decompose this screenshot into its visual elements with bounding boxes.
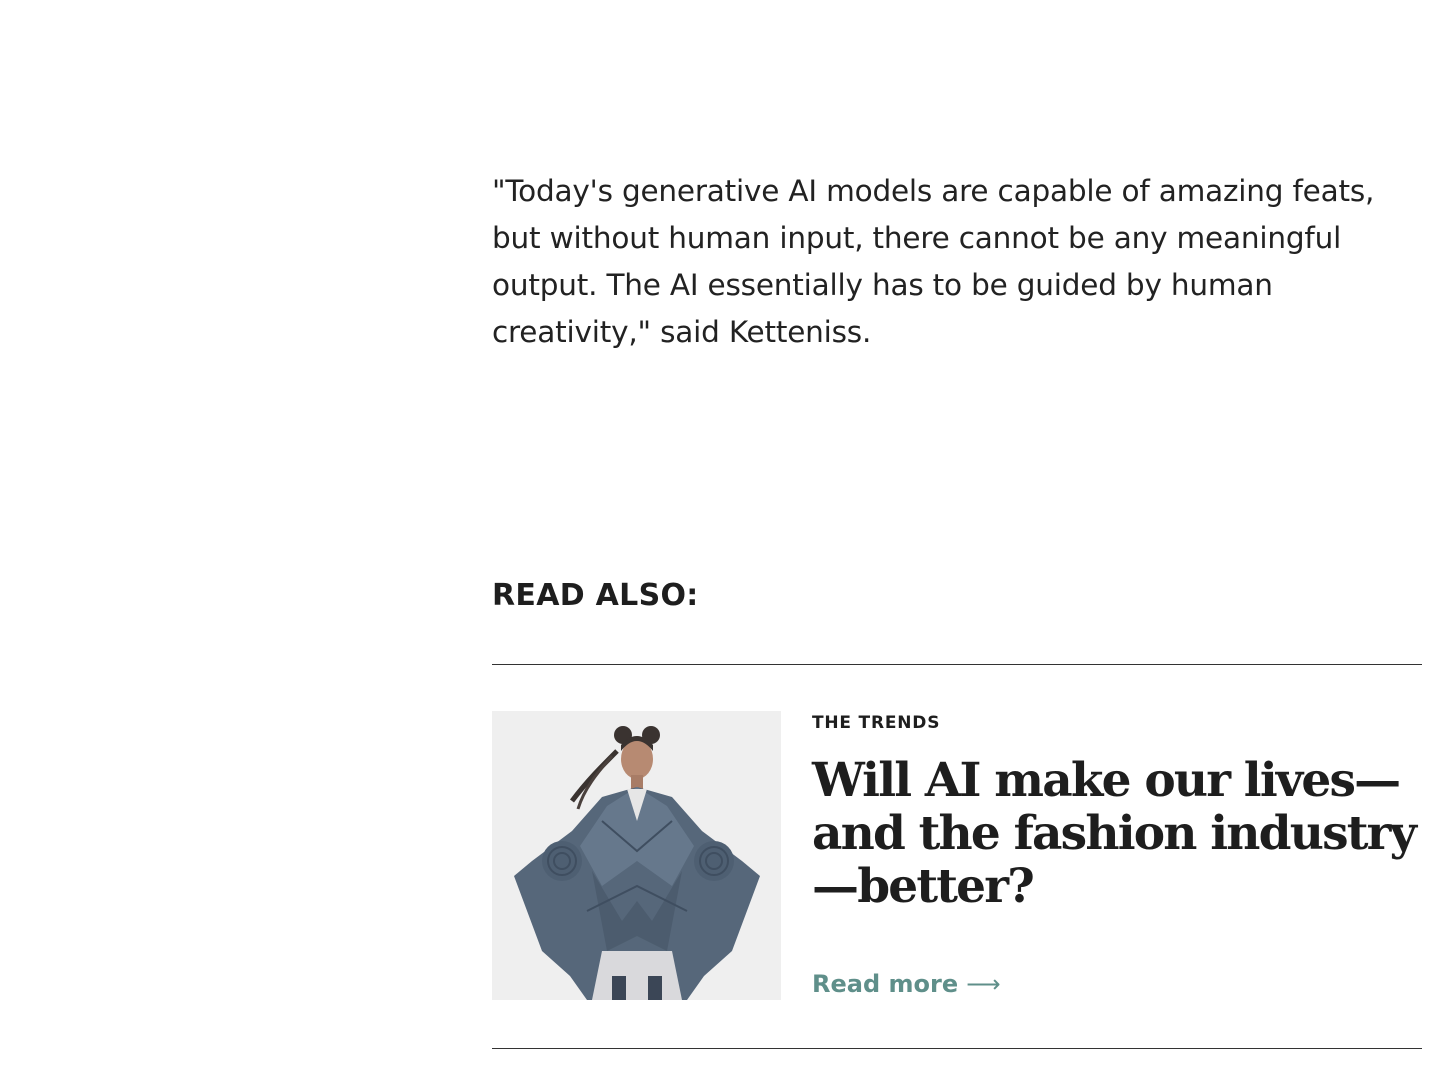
article-quote: "Today's generative AI models are capabl… xyxy=(492,174,1375,349)
read-more-label: Read more xyxy=(812,970,959,998)
divider-bottom xyxy=(492,1048,1422,1049)
article-category[interactable]: THE TRENDS xyxy=(812,713,940,733)
article-card-image[interactable] xyxy=(492,711,781,1000)
arrow-right-icon: ⟶ xyxy=(966,970,1001,998)
divider-top xyxy=(492,664,1422,665)
fashion-model-photo xyxy=(492,711,781,1000)
read-also-heading: READ ALSO: xyxy=(492,578,699,613)
read-more-link[interactable]: Read more ⟶ xyxy=(812,970,1001,998)
article-title[interactable]: Will AI make our lives—and the fashion i… xyxy=(812,754,1422,913)
